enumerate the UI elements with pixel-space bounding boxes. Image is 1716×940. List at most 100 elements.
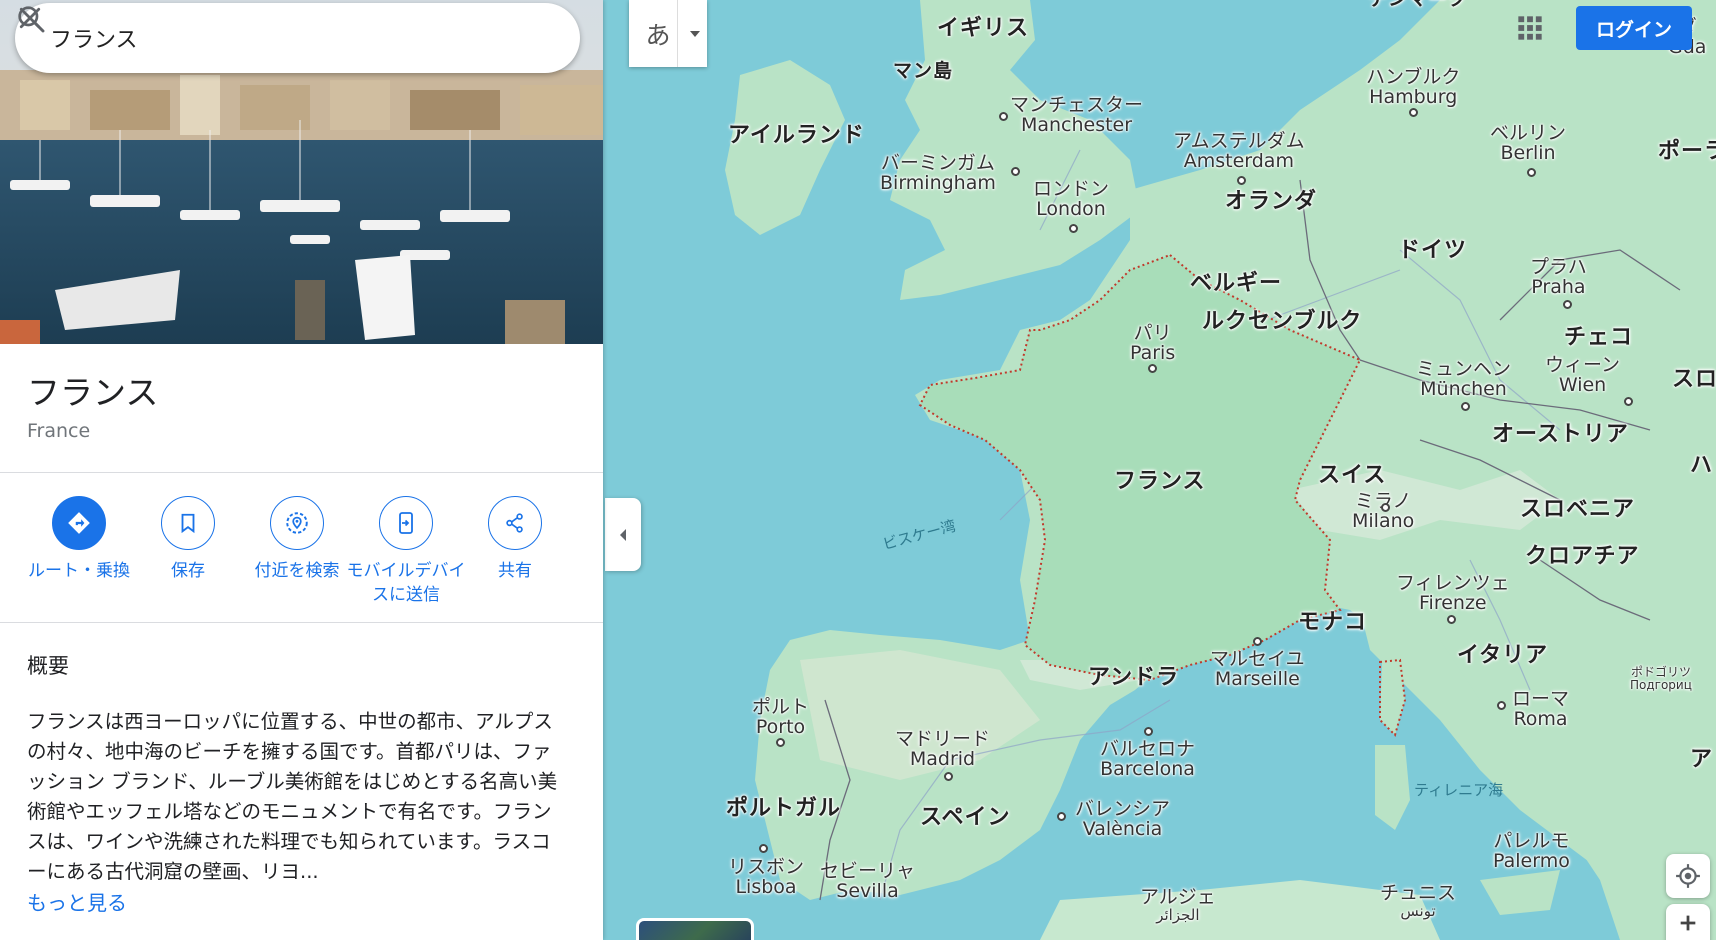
land-sardinia [1375,745,1410,830]
map-label-switzerland[interactable]: スイス [1318,464,1386,487]
nearby-button[interactable]: 付近を検索 [237,496,357,583]
map-city-podgorica-partial[interactable]: ポドゴリツ Подгориц [1630,666,1692,691]
overview-heading: 概要 [27,654,69,678]
map-label-andorra[interactable]: アンドラ [1088,666,1179,689]
map-label-monaco[interactable]: モナコ [1298,611,1367,634]
map-city-lisboa[interactable]: リスボン Lisboa [728,857,804,898]
overview-text: フランスは西ヨーロッパに位置する、中世の都市、アルプスの村々、地中海のビーチを擁… [27,710,558,883]
map-label-slovenia[interactable]: スロベニア [1520,498,1635,521]
map-label-portugal[interactable]: ポルトガル [726,797,841,820]
map-label-germany[interactable]: ドイツ [1398,239,1467,262]
zoom-in-button[interactable] [1666,904,1710,940]
map-label-netherlands[interactable]: オランダ [1225,190,1317,213]
map-dot-marseille [1253,637,1262,646]
map-city-madrid[interactable]: マドリード Madrid [895,729,990,770]
map-dot-paris [1148,364,1157,373]
map-city-manchester[interactable]: マンチェスター Manchester [1010,95,1143,136]
map-city-barcelona[interactable]: バルセロナ Barcelona [1100,739,1195,780]
nearby-icon [270,496,324,550]
map-label-luxembourg[interactable]: ルクセンブルク [1202,310,1362,333]
caret-down-icon[interactable] [688,29,702,39]
map-city-porto[interactable]: ポルト Porto [752,697,809,738]
map-city-paris[interactable]: パリ Paris [1130,323,1175,364]
divider [0,622,603,623]
close-icon[interactable] [15,3,45,33]
map-label-poland-partial[interactable]: ポーラ [1658,140,1716,163]
map-label-isle-of-man[interactable]: マン島 [893,61,953,82]
map-city-london[interactable]: ロンドン London [1033,179,1109,220]
my-location-button[interactable] [1666,854,1710,898]
map-city-roma[interactable]: ローマ Roma [1512,689,1569,730]
input-method-button[interactable]: あ [629,0,707,67]
map-city-alger[interactable]: アルジェ الجزائر [1140,887,1216,924]
map-label-albania-partial[interactable]: ア [1690,748,1713,771]
divider [677,0,678,67]
save-label: 保存 [171,561,205,581]
apps-grid-icon[interactable] [1516,14,1544,42]
map-dot-firenze [1447,615,1456,624]
map-city-tunis[interactable]: チュニス تونس [1380,883,1456,920]
map-city-valencia[interactable]: バレンシア València [1075,799,1170,840]
share-label: 共有 [498,561,532,581]
map-dot-hamburg [1409,108,1418,117]
place-panel: フランス France ルート・乗換 保存 付近を検索 モバイルデバイスに送信 [0,0,603,940]
map-city-munchen[interactable]: ミュンヘン München [1416,359,1511,400]
map-label-belgium[interactable]: ベルギー [1190,272,1282,295]
map-label-spain[interactable]: スペイン [920,806,1010,829]
map-label-hungary-partial[interactable]: ハ [1690,454,1713,477]
map-dot-valencia [1057,812,1066,821]
collapse-panel-button[interactable] [605,498,641,571]
map-dot-milano [1381,503,1390,512]
send-to-phone-label: モバイルデバイスに送信 [346,561,466,605]
map-label-slovakia-partial[interactable]: スロ [1672,368,1716,391]
save-button[interactable]: 保存 [128,496,248,583]
map-city-berlin[interactable]: ベルリン Berlin [1490,123,1566,164]
more-link[interactable]: もっと見る [27,887,127,916]
map-dot-barcelona [1144,727,1153,736]
map-label-france[interactable]: フランス [1114,470,1206,493]
map-dot-wien [1624,397,1633,406]
map-city-amsterdam[interactable]: アムステルダム Amsterdam [1173,131,1305,172]
place-photo[interactable] [0,0,603,344]
login-button[interactable]: ログイン [1576,6,1692,50]
map-city-marseille[interactable]: マルセイユ Marseille [1210,649,1305,690]
map-dot-lisboa [759,844,768,853]
map-dot-manchester [999,112,1008,121]
map-city-hamburg[interactable]: ハンブルク Hamburg [1366,67,1460,108]
map-city-wien[interactable]: ウィーン Wien [1545,355,1620,396]
map-dot-munchen [1461,402,1470,411]
map-city-praha[interactable]: プラハ Praha [1530,257,1587,298]
search-box [15,3,580,73]
map-label-denmark-partial[interactable]: テンマーク [1368,0,1468,10]
map-city-palermo[interactable]: パレルモ Palermo [1493,831,1570,872]
bookmark-icon [161,496,215,550]
send-to-phone-button[interactable]: モバイルデバイスに送信 [346,496,466,607]
share-icon [488,496,542,550]
map-dot-amsterdam [1237,176,1246,185]
my-location-icon [1676,864,1700,888]
map-label-uk[interactable]: イギリス [937,17,1029,40]
layers-button[interactable] [636,918,754,940]
google-maps-app: イギリス マン島 アイルランド オランダ ドイツ ベルギー ルクセンブルク チェ… [0,0,1716,940]
place-title: フランス [27,373,159,412]
map-dot-london [1069,224,1078,233]
map-city-firenze[interactable]: フィレンツェ Firenze [1396,573,1510,614]
directions-label: ルート・乗換 [28,561,130,581]
map-label-czech[interactable]: チェコ [1564,326,1633,349]
map-city-birmingham[interactable]: バーミンガム Birmingham [880,153,996,194]
share-button[interactable]: 共有 [455,496,575,583]
map-label-austria[interactable]: オーストリア [1492,423,1629,446]
map-dot-porto [776,738,785,747]
map-label-croatia[interactable]: クロアチア [1525,545,1640,568]
nearby-label: 付近を検索 [254,561,340,581]
map-label-ireland[interactable]: アイルランド [728,124,865,147]
map-label-italy[interactable]: イタリア [1457,644,1548,667]
map-city-sevilla[interactable]: セビーリャ Sevilla [820,861,915,902]
map-city-milano[interactable]: ミラノ Milano [1352,491,1414,532]
directions-button[interactable]: ルート・乗換 [19,496,139,583]
directions-icon [52,496,106,550]
search-input[interactable] [50,20,420,56]
plus-icon [1680,915,1696,931]
map-dot-praha [1563,300,1572,309]
map-dot-birmingham [1011,167,1020,176]
